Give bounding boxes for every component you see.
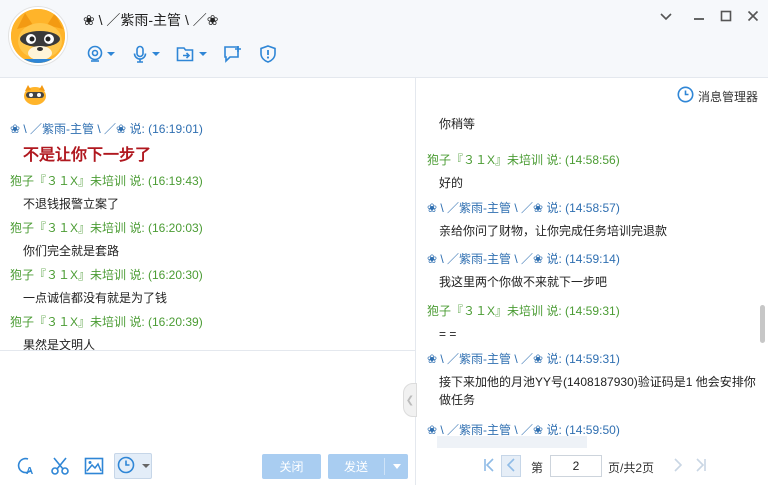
message-manager-label: 消息管理器 [697, 89, 758, 104]
message-body: 不退钱报警立案了 [23, 197, 120, 211]
chat-header: ❀ \ ／紫雨-主管 \ ／❀ [0, 0, 768, 78]
window-title: ❀ \ ／紫雨-主管 \ ／❀ [83, 12, 219, 28]
input-divider [0, 350, 415, 351]
chevron-left-icon [506, 457, 516, 475]
report-button[interactable] [259, 45, 277, 63]
chat-message: 狍子『３１X』未培训 说: (16:20:03) 你们完全就是套路 [10, 219, 203, 259]
chevron-right-icon [673, 457, 683, 475]
chevron-down-icon [392, 464, 401, 469]
voice-call-button[interactable] [131, 45, 160, 63]
history-scrollbar[interactable] [760, 305, 765, 343]
message-body: 接下来加他的月池YY号(1408187930)验证码是1 他会安排你做任务 [439, 375, 756, 407]
history-message: ❀ \ ／紫雨-主管 \ ／❀ 说: (14:58:57) 亲给你问了财物，让你… [427, 199, 757, 240]
svg-text:A: A [26, 466, 33, 476]
message-body: 亲给你问了财物，让你完成任务培训完退款 [439, 224, 668, 238]
page-total: 页/共2页 [608, 461, 655, 475]
next-page-button[interactable] [670, 457, 686, 475]
chevron-down-icon [152, 52, 160, 56]
chevron-down-icon [141, 464, 150, 468]
left-chat-pane: ❀ \ ／紫雨-主管 \ ／❀ 说: (16:19:01) 不是让你下一步了 狍… [0, 78, 417, 485]
message-header: 狍子『３１X』未培训 说: (14:59:31) [427, 304, 620, 318]
close-button[interactable]: 关闭 [262, 454, 321, 479]
close-icon [747, 10, 759, 25]
screenshot-icon [50, 457, 70, 479]
send-button-label: 发送 [343, 460, 368, 474]
maximize-icon [720, 10, 732, 25]
history-message: ❀ \ ／紫雨-主管 \ ／❀ 说: (14:59:31) 接下来加他的月池YY… [427, 350, 757, 409]
first-page-icon [483, 457, 495, 475]
send-button[interactable]: 发送 [328, 454, 408, 479]
add-group-icon [223, 45, 243, 63]
message-input-area[interactable] [0, 352, 415, 448]
history-clock-icon [117, 456, 135, 477]
dropdown-button[interactable] [657, 8, 675, 26]
message-header: ❀ \ ／紫雨-主管 \ ／❀ 说: (14:59:14) [427, 252, 620, 266]
image-icon [84, 457, 104, 479]
chevron-left-icon: ❮ [405, 394, 415, 406]
last-page-button[interactable] [693, 457, 709, 475]
report-icon [259, 45, 277, 63]
message-body: 你们完全就是套路 [23, 244, 120, 258]
chat-message: 狍子『３１X』未培训 说: (16:19:43) 不退钱报警立案了 [10, 172, 203, 212]
message-body: = = [439, 327, 457, 341]
minimize-button[interactable] [690, 8, 708, 26]
message-body: 一点诚信都没有就是为了钱 [23, 291, 168, 305]
add-group-button[interactable] [223, 45, 243, 63]
message-header: 狍子『３１X』未培训 说: (16:20:30) [10, 268, 203, 282]
chevron-down-icon [107, 52, 115, 56]
minimize-icon [693, 10, 705, 25]
avatar[interactable] [9, 7, 67, 65]
image-button[interactable] [84, 456, 104, 479]
screenshot-button[interactable] [50, 456, 70, 479]
send-file-button[interactable] [176, 45, 207, 63]
message-header: 狍子『３１X』未培训 说: (16:20:03) [10, 221, 203, 235]
font-icon: A [15, 457, 37, 479]
message-body: 你稍等 [439, 117, 476, 131]
chat-message: 狍子『３１X』未培训 说: (16:20:30) 一点诚信都没有就是为了钱 [10, 266, 203, 306]
send-file-icon [176, 45, 196, 63]
input-toolbar: A 关闭 发送 [0, 450, 415, 485]
message-header: 狍子『３１X』未培训 说: (16:20:39) [10, 315, 203, 329]
video-call-icon [86, 45, 104, 63]
message-header: 狍子『３１X』未培训 说: (16:19:43) [10, 174, 203, 188]
history-pane: 消息管理器 你稍等 狍子『３１X』未培训 说: (14:58:56) 好的 ❀ … [417, 78, 768, 485]
message-body: 不是让你下一步了 [23, 145, 152, 164]
history-message: 你稍等 [427, 115, 757, 133]
history-message: 狍子『３１X』未培训 说: (14:59:31) = = [427, 302, 757, 343]
last-page-icon [695, 457, 707, 475]
message-body: 好的 [439, 176, 464, 190]
message-header: ❀ \ ／紫雨-主管 \ ／❀ 说: (16:19:01) [10, 122, 203, 136]
prev-page-button[interactable] [501, 455, 521, 477]
message-header: 狍子『３１X』未培训 说: (14:58:56) [427, 153, 620, 167]
page-prefix: 第 [531, 461, 544, 475]
history-pager: 第 页/共2页 [417, 451, 768, 481]
message-preview-fade [437, 436, 587, 448]
chat-message: ❀ \ ／紫雨-主管 \ ／❀ 说: (16:19:01) 不是让你下一步了 [10, 120, 203, 165]
close-window-button[interactable] [744, 8, 762, 26]
chat-message: 狍子『３１X』未培训 说: (16:20:39) 果然是文明人 [10, 313, 203, 353]
message-manager-button[interactable]: 消息管理器 [677, 86, 758, 106]
call-toolbar [86, 43, 293, 65]
first-page-button[interactable] [481, 457, 497, 475]
send-options-dropdown[interactable] [385, 464, 408, 469]
chevron-down-icon [199, 52, 207, 56]
video-call-button[interactable] [86, 45, 115, 63]
chevron-down-icon [660, 10, 672, 24]
history-message: ❀ \ ／紫雨-主管 \ ／❀ 说: (14:59:14) 我这里两个你做不来就… [427, 250, 757, 291]
font-button[interactable]: A [15, 456, 37, 479]
voice-call-icon [131, 45, 149, 63]
history-button[interactable] [114, 453, 152, 479]
history-message: 狍子『３１X』未培训 说: (14:58:56) 好的 [427, 151, 757, 192]
message-body: 我这里两个你做不来就下一步吧 [439, 275, 608, 289]
message-header: ❀ \ ／紫雨-主管 \ ／❀ 说: (14:59:31) [427, 352, 620, 366]
collapse-panel-handle[interactable]: ❮ [403, 383, 417, 417]
maximize-button[interactable] [717, 8, 735, 26]
message-header: ❀ \ ／紫雨-主管 \ ／❀ 说: (14:58:57) [427, 201, 620, 215]
emoji-sticker-icon [22, 84, 48, 106]
clock-icon [677, 86, 694, 106]
page-number-input[interactable] [550, 455, 602, 477]
